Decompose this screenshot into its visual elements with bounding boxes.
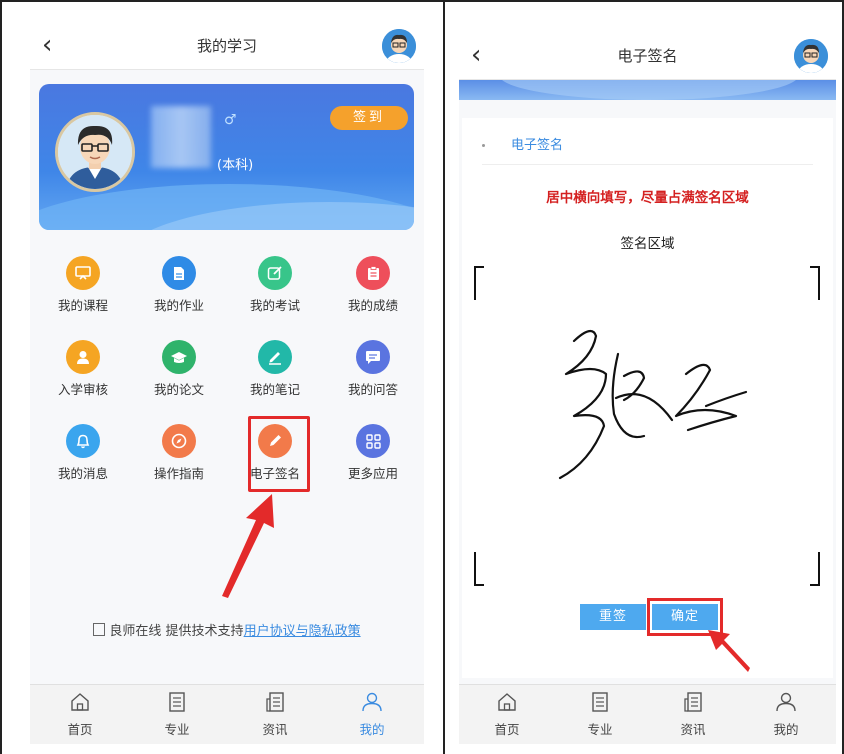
edit-icon — [258, 256, 292, 290]
tab-label: 专业 — [164, 722, 190, 737]
signature-card: 电子签名 居中横向填写，尽量占满签名区域 签名区域 重签 确定 — [462, 118, 833, 678]
tab-news[interactable]: 资讯 — [245, 691, 305, 738]
apps-grid-icon — [356, 424, 390, 458]
nav-bar: ‹ 电子签名 — [459, 32, 836, 80]
avatar[interactable] — [794, 39, 828, 73]
red-arrow-icon — [222, 494, 274, 598]
tab-label: 我的 — [773, 722, 799, 737]
male-icon: ♂ — [224, 112, 237, 128]
page-title: 电子签名 — [617, 47, 678, 65]
grid-item-my-notes[interactable]: 我的笔记 — [230, 340, 320, 398]
tab-label: 专业 — [587, 722, 613, 737]
news-icon — [266, 692, 284, 712]
tab-label: 首页 — [494, 722, 520, 737]
signing-instruction: 居中横向填写，尽量占满签名区域 — [546, 190, 749, 206]
back-icon[interactable]: ‹ — [471, 42, 495, 68]
list-icon — [169, 692, 185, 712]
signature-strokes — [558, 329, 748, 480]
user-icon — [362, 692, 382, 712]
my-learning-screen: ‹ 我的学习 ♂ (本科) 签到 我的课程 我的作业 我的考试 我的成绩 入学审… — [30, 22, 424, 744]
tab-major[interactable]: 专业 — [147, 691, 207, 738]
grid-label: 我的消息 — [57, 466, 108, 481]
avatar-icon — [58, 115, 132, 189]
avatar[interactable] — [382, 29, 416, 63]
grid-label: 更多应用 — [347, 466, 398, 481]
degree-label: (本科) — [217, 158, 254, 173]
blurred-name — [151, 106, 211, 168]
document-icon — [93, 623, 106, 636]
profile-avatar — [55, 112, 135, 192]
privacy-link[interactable]: 用户协议与隐私政策 — [244, 624, 361, 639]
grid-item-my-messages[interactable]: 我的消息 — [38, 424, 128, 482]
grid-label: 我的课程 — [57, 298, 108, 313]
footer-support: 良师在线 提供技术支持用户协议与隐私政策 — [30, 620, 424, 639]
compass-icon — [162, 424, 196, 458]
tab-bar: 首页 专业 资讯 我的 — [30, 684, 424, 744]
user-icon — [776, 692, 796, 712]
e-signature-screen: ‹ 电子签名 电子签名 居中横向填写，尽量占满签名区域 签名区域 重签 确定 首… — [459, 32, 836, 744]
tab-major[interactable]: 专业 — [570, 691, 630, 738]
screen-icon — [66, 256, 100, 290]
footer-text: 良师在线 提供技术支持 — [109, 624, 244, 639]
chat-icon — [356, 340, 390, 374]
grid-item-guide[interactable]: 操作指南 — [134, 424, 224, 482]
tab-mine[interactable]: 我的 — [342, 691, 402, 738]
grid-label: 入学审核 — [57, 382, 108, 397]
resign-button[interactable]: 重签 — [580, 604, 646, 630]
grid-item-enrollment-review[interactable]: 入学审核 — [38, 340, 128, 398]
grid-item-my-homework[interactable]: 我的作业 — [134, 256, 224, 314]
clipboard-icon — [356, 256, 390, 290]
grid-item-my-thesis[interactable]: 我的论文 — [134, 340, 224, 398]
grid-label: 我的论文 — [153, 382, 204, 397]
home-icon — [498, 693, 516, 711]
tab-label: 资讯 — [680, 722, 706, 737]
document-icon — [162, 256, 196, 290]
list-icon — [592, 692, 608, 712]
panel-divider — [443, 0, 445, 754]
grid-label: 我的问答 — [347, 382, 398, 397]
signature-area-title: 签名区域 — [620, 236, 675, 252]
grid-item-my-exams[interactable]: 我的考试 — [230, 256, 320, 314]
grid-item-my-qa[interactable]: 我的问答 — [328, 340, 418, 398]
red-arrow-icon — [708, 630, 750, 672]
tab-bar: 首页 专业 资讯 我的 — [459, 684, 836, 744]
profile-card: ♂ (本科) 签到 — [39, 84, 414, 230]
grid-label: 操作指南 — [153, 466, 204, 481]
nav-bar: ‹ 我的学习 — [30, 22, 424, 70]
signature-pad[interactable] — [474, 266, 820, 586]
tab-news[interactable]: 资讯 — [663, 691, 723, 738]
bell-icon — [66, 424, 100, 458]
back-icon[interactable]: ‹ — [42, 32, 66, 58]
news-icon — [684, 692, 702, 712]
tab-mine[interactable]: 我的 — [756, 691, 816, 738]
avatar-icon — [382, 29, 416, 63]
checkin-button[interactable]: 签到 — [330, 106, 408, 130]
pen-icon — [258, 340, 292, 374]
tab-home[interactable]: 首页 — [477, 691, 537, 738]
grid-label: 我的作业 — [153, 298, 204, 313]
avatar-icon — [794, 39, 828, 73]
tab-label: 我的 — [359, 722, 385, 737]
tab-label: 资讯 — [262, 722, 288, 737]
grid-item-my-courses[interactable]: 我的课程 — [38, 256, 128, 314]
section-title: 电子签名 — [482, 134, 563, 153]
grid-label: 我的笔记 — [249, 382, 300, 397]
grid-item-more-apps[interactable]: 更多应用 — [328, 424, 418, 482]
person-icon — [66, 340, 100, 374]
tab-home[interactable]: 首页 — [50, 691, 110, 738]
highlight-box — [248, 416, 310, 492]
tab-label: 首页 — [67, 722, 93, 737]
graduation-cap-icon — [162, 340, 196, 374]
grid-label: 我的考试 — [249, 298, 300, 313]
grid-label: 我的成绩 — [347, 298, 398, 313]
home-icon — [71, 693, 89, 711]
banner-strip — [459, 80, 836, 100]
grid-item-my-grades[interactable]: 我的成绩 — [328, 256, 418, 314]
page-title: 我的学习 — [196, 37, 257, 55]
